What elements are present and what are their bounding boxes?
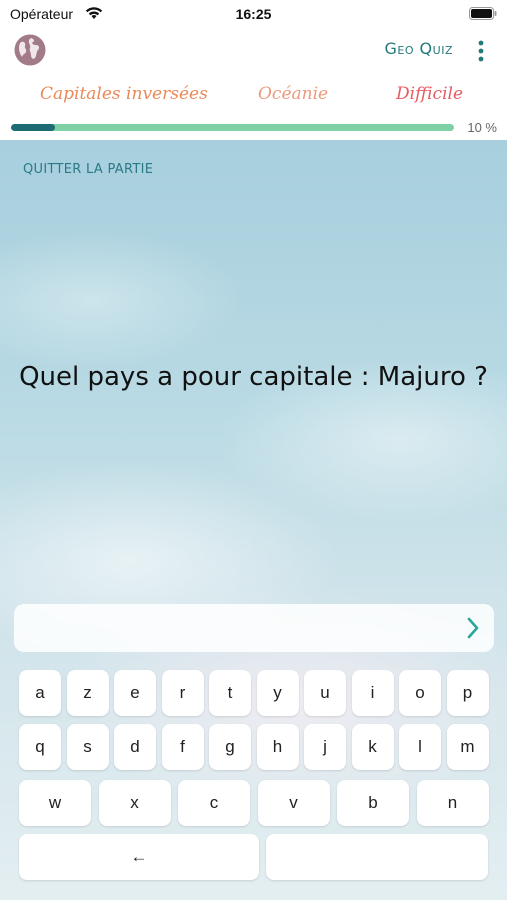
key-s[interactable]: s	[66, 724, 109, 770]
key-w[interactable]: w	[19, 780, 91, 826]
navigation-bar: Geo Quiz	[0, 28, 507, 74]
key-label: y	[273, 683, 282, 702]
quiz-region-label: Océanie	[258, 84, 329, 104]
key-label: l	[418, 737, 422, 756]
key-a[interactable]: a	[19, 670, 61, 716]
key-label: i	[370, 683, 375, 702]
quiz-mode-label: Capitales inversées	[40, 84, 208, 104]
backspace-key[interactable]: ←	[19, 834, 259, 880]
key-d[interactable]: d	[114, 724, 156, 770]
key-p[interactable]: p	[446, 670, 489, 716]
key-c[interactable]: c	[178, 780, 250, 826]
key-j[interactable]: j	[304, 724, 346, 770]
key-label: h	[272, 737, 283, 756]
progress-bar	[11, 124, 454, 131]
key-label: m	[460, 737, 475, 756]
answer-input[interactable]	[26, 604, 446, 652]
chevron-right-icon[interactable]	[466, 617, 480, 639]
key-label: o	[415, 683, 425, 702]
key-e[interactable]: e	[114, 670, 156, 716]
key-x[interactable]: x	[98, 780, 171, 826]
key-m[interactable]: m	[446, 724, 489, 770]
key-h[interactable]: h	[256, 724, 299, 770]
key-label: w	[48, 793, 62, 812]
quiz-level-label: Difficile	[396, 84, 464, 104]
key-label: j	[323, 737, 327, 756]
key-b[interactable]: b	[337, 780, 409, 826]
key-o[interactable]: o	[399, 670, 441, 716]
status-bar: Opérateur 16:25	[0, 0, 507, 28]
key-label: a	[35, 683, 45, 702]
key-label: r	[179, 683, 186, 702]
key-k[interactable]: k	[351, 724, 394, 770]
question-text: Quel pays a pour capitale : Majuro ?	[19, 362, 488, 392]
key-label: e	[130, 683, 140, 702]
key-n[interactable]: n	[416, 780, 489, 826]
globe-icon[interactable]	[13, 33, 47, 67]
key-label: s	[83, 737, 92, 756]
key-label: c	[209, 793, 219, 812]
progress-percent: 10 %	[467, 120, 497, 135]
key-label: q	[35, 737, 45, 756]
quiz-info-bar: Capitales inversées Océanie Difficile 10…	[0, 74, 507, 140]
key-v[interactable]: v	[257, 780, 330, 826]
more-vertical-icon[interactable]	[473, 38, 489, 64]
key-f[interactable]: f	[161, 724, 204, 770]
key-label: x	[130, 793, 139, 812]
key-g[interactable]: g	[209, 724, 251, 770]
quit-game-button[interactable]: QUITTER LA PARTIE	[23, 162, 153, 177]
clock: 16:25	[235, 6, 272, 22]
battery-icon	[469, 7, 497, 20]
key-label: z	[83, 683, 92, 702]
key-label: u	[320, 683, 330, 702]
key-label: b	[368, 793, 378, 812]
key-label: v	[289, 793, 298, 812]
key-label: k	[368, 737, 377, 756]
key-u[interactable]: u	[304, 670, 346, 716]
key-label: n	[447, 793, 458, 812]
key-label: t	[227, 683, 233, 702]
key-l[interactable]: l	[399, 724, 441, 770]
key-i[interactable]: i	[351, 670, 394, 716]
key-label: g	[225, 737, 235, 756]
key-z[interactable]: z	[66, 670, 109, 716]
key-label: d	[130, 737, 140, 756]
app-title: Geo Quiz	[384, 39, 453, 58]
key-r[interactable]: r	[161, 670, 204, 716]
key-label: f	[180, 737, 185, 756]
key-y[interactable]: y	[256, 670, 299, 716]
key-label: p	[462, 683, 473, 702]
keyboard: a z e r t y u i o p q s d f g h j k l m w x c v b n ←	[0, 660, 507, 900]
key-q[interactable]: q	[19, 724, 61, 770]
key-t[interactable]: t	[209, 670, 251, 716]
key-label: ←	[130, 847, 148, 866]
progress-fill	[11, 124, 55, 131]
space-key[interactable]	[266, 834, 488, 880]
answer-field[interactable]	[14, 604, 494, 652]
